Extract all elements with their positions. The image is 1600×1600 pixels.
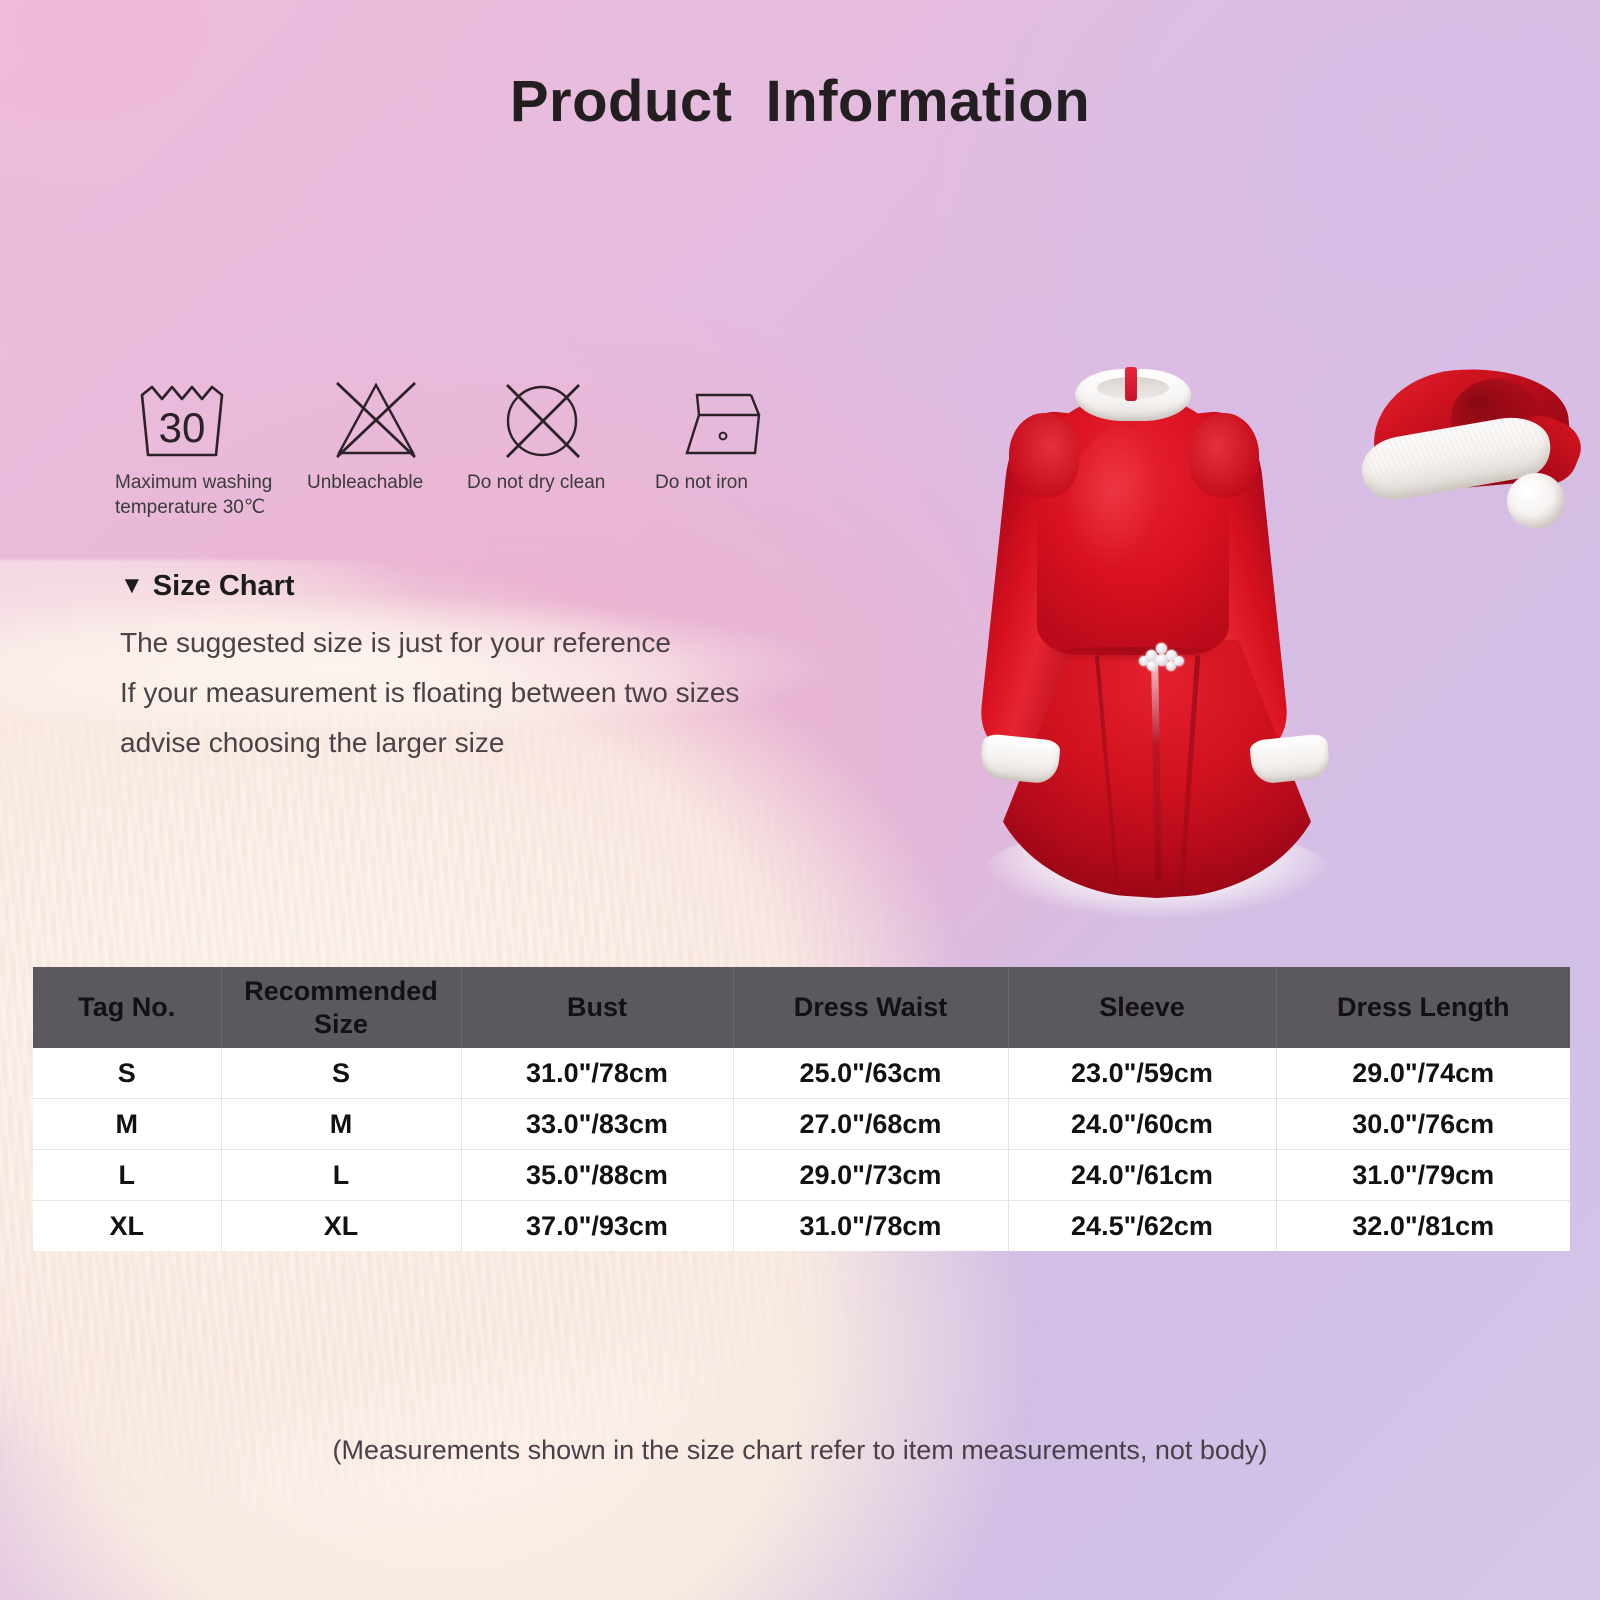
triangle-down-icon: ▼ xyxy=(120,571,144,599)
care-label-iron: Do not iron xyxy=(655,472,748,493)
cell-sleeve: 24.0"/61cm xyxy=(1008,1149,1277,1201)
cell-dress-waist: 29.0"/73cm xyxy=(733,1149,1009,1201)
product-image-dress xyxy=(925,355,1385,965)
dress-puff-shoulder-right xyxy=(1189,413,1259,497)
footer-measurement-note: (Measurements shown in the size chart re… xyxy=(332,1435,1268,1465)
cell-dress-length: 29.0"/74cm xyxy=(1276,1048,1570,1099)
care-item-bleach: Unbleachable xyxy=(285,378,455,495)
cell-sleeve: 23.0"/59cm xyxy=(1008,1048,1277,1099)
dress-back-zipper xyxy=(1125,367,1137,401)
page-title: Product Information xyxy=(509,69,1091,134)
cell-recommended: L xyxy=(221,1149,462,1201)
care-item-dry-clean: Do not dry clean xyxy=(455,378,625,495)
cell-bust: 33.0"/83cm xyxy=(461,1098,734,1150)
size-chart-table: Tag No. Recommended Size Bust Dress Wais… xyxy=(33,967,1570,1251)
dress-rhinestone-brooch xyxy=(1139,643,1185,671)
size-note-2: If your measurement is floating between … xyxy=(120,677,740,708)
care-item-washing: 30 Maximum washing temperature 30℃ xyxy=(115,378,285,520)
cell-sleeve: 24.0"/60cm xyxy=(1008,1098,1277,1150)
no-bleach-icon xyxy=(311,378,441,464)
dress-fur-cuff-right xyxy=(1248,733,1332,785)
care-instructions-row: 30 Maximum washing temperature 30℃ Unble… xyxy=(115,378,795,520)
column-header-tag-no: Tag No. xyxy=(33,967,222,1048)
no-dry-clean-icon xyxy=(477,378,607,464)
cell-sleeve: 24.5"/62cm xyxy=(1008,1200,1277,1251)
wash-temp-number: 30 xyxy=(159,404,206,451)
table-row: S S 31.0"/78cm 25.0"/63cm 23.0"/59cm 29.… xyxy=(33,1048,1570,1099)
product-image-santa-hat xyxy=(1355,360,1590,545)
cell-recommended: M xyxy=(221,1098,462,1150)
dress-bodice-sheen xyxy=(1065,425,1195,615)
no-bleach-svg xyxy=(336,381,416,459)
size-note-3: advise choosing the larger size xyxy=(120,727,505,758)
table-header-row: Tag No. Recommended Size Bust Dress Wais… xyxy=(33,967,1570,1048)
cell-dress-length: 30.0"/76cm xyxy=(1276,1098,1570,1150)
column-header-recommended-size: Recommended Size xyxy=(221,967,462,1048)
no-iron-svg xyxy=(685,393,761,455)
cell-dress-waist: 31.0"/78cm xyxy=(733,1200,1009,1251)
dress-fur-cuff-left xyxy=(978,733,1062,785)
size-note-1: The suggested size is just for your refe… xyxy=(120,627,671,658)
dress-waist-seam xyxy=(1029,647,1233,663)
care-label-bleach: Unbleachable xyxy=(307,472,424,493)
cell-tag-no: S xyxy=(33,1048,222,1099)
wash-tub-30-icon: 30 xyxy=(123,378,253,464)
cell-recommended: S xyxy=(221,1048,462,1099)
cell-tag-no: L xyxy=(33,1149,222,1201)
table-row: XL XL 37.0"/93cm 31.0"/78cm 24.5"/62cm 3… xyxy=(33,1200,1570,1251)
size-chart-heading: ▼ Size Chart xyxy=(120,570,295,603)
no-iron-icon xyxy=(655,378,785,464)
cell-tag-no: XL xyxy=(33,1200,222,1251)
size-chart-heading-label: Size Chart xyxy=(152,570,295,602)
table-row: L L 35.0"/88cm 29.0"/73cm 24.0"/61cm 31.… xyxy=(33,1149,1570,1201)
dress-puff-shoulder-left xyxy=(1009,413,1079,497)
cell-tag-no: M xyxy=(33,1098,222,1150)
care-label-washing: Maximum washing temperature 30℃ xyxy=(115,472,273,518)
cell-dress-waist: 27.0"/68cm xyxy=(733,1098,1009,1150)
column-header-dress-waist: Dress Waist xyxy=(733,967,1009,1048)
cell-bust: 31.0"/78cm xyxy=(461,1048,734,1099)
column-header-bust: Bust xyxy=(461,967,734,1048)
care-item-iron: Do not iron xyxy=(625,378,795,495)
cell-bust: 37.0"/93cm xyxy=(461,1200,734,1251)
wash-tub-30-svg: 30 xyxy=(140,385,224,457)
santa-hat-pompom xyxy=(1507,473,1565,529)
column-header-dress-length: Dress Length xyxy=(1276,967,1570,1048)
cell-dress-waist: 25.0"/63cm xyxy=(733,1048,1009,1099)
table-row: M M 33.0"/83cm 27.0"/68cm 24.0"/60cm 30.… xyxy=(33,1098,1570,1150)
cell-dress-length: 31.0"/79cm xyxy=(1276,1149,1570,1201)
column-header-sleeve: Sleeve xyxy=(1008,967,1277,1048)
cell-recommended: XL xyxy=(221,1200,462,1251)
cell-dress-length: 32.0"/81cm xyxy=(1276,1200,1570,1251)
no-dry-clean-svg xyxy=(506,384,580,458)
care-label-dry-clean: Do not dry clean xyxy=(467,472,606,493)
cell-bust: 35.0"/88cm xyxy=(461,1149,734,1201)
